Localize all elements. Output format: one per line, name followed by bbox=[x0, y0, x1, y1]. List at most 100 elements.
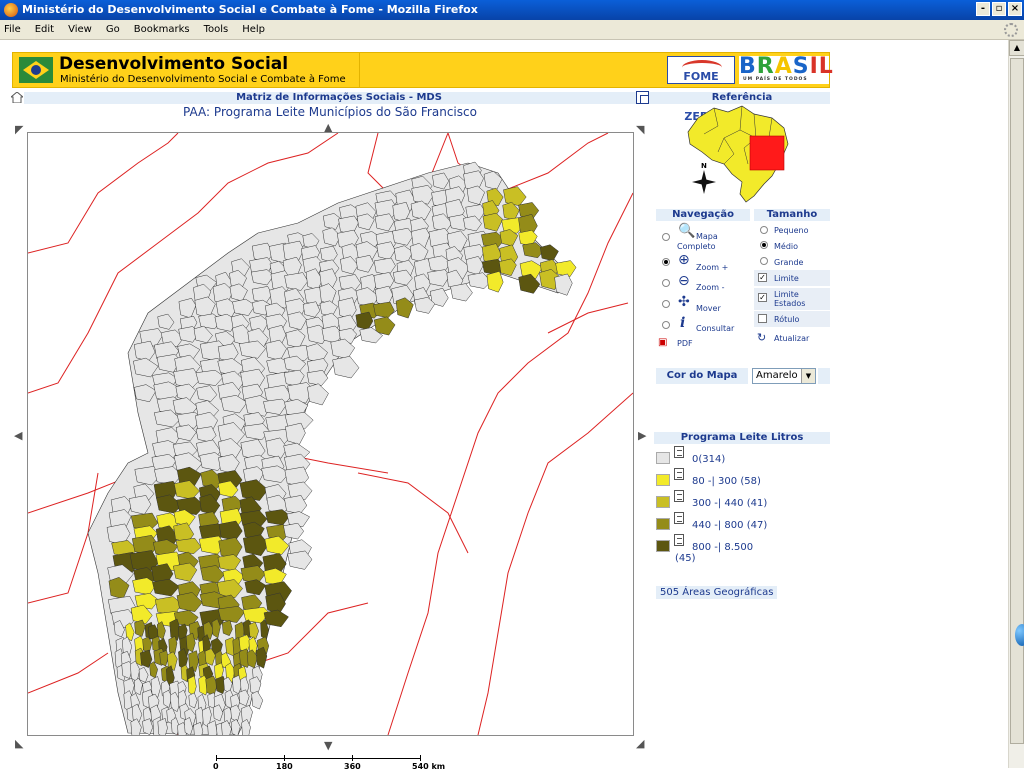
zoom-in-icon[interactable]: ⊕ bbox=[678, 253, 690, 267]
window-title: Ministério do Desenvolvimento Social e C… bbox=[22, 3, 478, 16]
brasil-logo[interactable]: BRASIL UM PAÍS DE TODOS bbox=[739, 56, 833, 84]
minimize-button[interactable]: - bbox=[976, 2, 990, 16]
banner-subtitle: Ministério do Desenvolvimento Social e C… bbox=[60, 74, 346, 85]
reference-map[interactable]: N bbox=[684, 104, 804, 204]
scale-bar: 0 180 360 540 km bbox=[212, 754, 452, 771]
pan-southwest-icon[interactable]: ◣ bbox=[15, 738, 23, 749]
zoom-out-radio[interactable] bbox=[662, 279, 670, 287]
nav-label[interactable]: Mover bbox=[696, 304, 721, 313]
limite-label[interactable]: Limite bbox=[774, 274, 799, 283]
legend-swatch bbox=[656, 518, 670, 530]
size-option-label[interactable]: Pequeno bbox=[774, 226, 809, 235]
consultar-radio[interactable] bbox=[662, 321, 670, 329]
pan-east-icon[interactable]: ▶ bbox=[638, 430, 646, 441]
size-pequeno-radio[interactable] bbox=[760, 226, 768, 234]
document-icon[interactable] bbox=[674, 534, 684, 546]
municipality-region[interactable] bbox=[263, 609, 289, 628]
document-icon[interactable] bbox=[674, 512, 684, 524]
menu-help[interactable]: Help bbox=[242, 24, 265, 35]
reference-viewport[interactable] bbox=[749, 135, 785, 171]
municipality-region[interactable] bbox=[539, 244, 559, 262]
reference-title: Referência bbox=[654, 92, 830, 104]
municipality-region[interactable] bbox=[450, 283, 473, 302]
pan-south-icon[interactable]: ▼ bbox=[324, 740, 332, 751]
menu-go[interactable]: Go bbox=[106, 24, 120, 35]
size-grande-radio[interactable] bbox=[760, 257, 768, 265]
nav-label[interactable]: Completo bbox=[677, 242, 716, 251]
map-color-select[interactable]: Amarelo ▼ bbox=[752, 368, 816, 384]
fome-zero-logo[interactable]: FOME ZERO bbox=[667, 56, 735, 123]
map-canvas[interactable] bbox=[28, 133, 633, 735]
limite-estados-checkbox[interactable]: ✓ bbox=[758, 293, 767, 302]
limite-estados-label[interactable]: Estados bbox=[774, 299, 805, 308]
document-icon[interactable] bbox=[674, 490, 684, 502]
close-button[interactable]: × bbox=[1008, 2, 1022, 16]
maximize-button[interactable]: ▫ bbox=[992, 2, 1006, 16]
municipality-region[interactable] bbox=[486, 270, 504, 293]
menu-file[interactable]: File bbox=[4, 24, 21, 35]
zoom-out-icon[interactable]: ⊖ bbox=[678, 274, 690, 288]
municipality-region[interactable] bbox=[373, 301, 395, 319]
limite-estados-label[interactable]: Limite bbox=[774, 290, 799, 299]
mapa-completo-radio[interactable] bbox=[662, 233, 670, 241]
legend-item[interactable]: 800 -| 8.500 (45) bbox=[656, 534, 816, 566]
nav-label[interactable]: Mapa bbox=[696, 232, 718, 241]
document-icon[interactable] bbox=[674, 468, 684, 480]
thematic-map[interactable] bbox=[27, 132, 634, 736]
legend-item[interactable]: 80 -| 300 (58) bbox=[656, 468, 816, 490]
limite-checkbox[interactable]: ✓ bbox=[758, 273, 767, 282]
legend-label: 300 -| 440 (41) bbox=[692, 498, 768, 509]
legend-item[interactable]: 0(314) bbox=[656, 446, 816, 468]
legend-item[interactable]: 440 -| 800 (47) bbox=[656, 512, 816, 534]
menu-view[interactable]: View bbox=[68, 24, 92, 35]
svg-text:N: N bbox=[701, 162, 707, 170]
banner-divider bbox=[359, 53, 360, 87]
vertical-scrollbar[interactable]: ▲ bbox=[1008, 40, 1024, 768]
municipality-region[interactable] bbox=[285, 422, 306, 445]
menu-bookmarks[interactable]: Bookmarks bbox=[134, 24, 190, 35]
home-icon[interactable] bbox=[11, 92, 23, 103]
scale-label: 180 bbox=[276, 762, 293, 771]
size-medio-radio[interactable] bbox=[760, 241, 768, 249]
globe-icon bbox=[1015, 624, 1024, 646]
move-icon[interactable]: ✣ bbox=[678, 295, 690, 309]
zoom-in-radio[interactable] bbox=[662, 258, 670, 266]
refresh-icon[interactable]: ↻ bbox=[757, 331, 766, 345]
new-window-icon[interactable] bbox=[636, 91, 649, 104]
nav-label[interactable]: Zoom + bbox=[696, 263, 728, 272]
pan-northeast-icon[interactable]: ◥ bbox=[636, 124, 644, 135]
municipality-region[interactable] bbox=[554, 273, 573, 296]
move-radio[interactable] bbox=[662, 300, 670, 308]
scale-label: 0 bbox=[213, 762, 219, 771]
pdf-link[interactable]: PDF bbox=[677, 339, 693, 348]
legend-item[interactable]: 300 -| 440 (41) bbox=[656, 490, 816, 512]
legend-label: 800 -| 8.500 bbox=[692, 542, 754, 553]
pan-northwest-icon[interactable]: ◤ bbox=[15, 124, 23, 135]
document-icon[interactable] bbox=[674, 446, 684, 458]
nav-label[interactable]: Zoom - bbox=[696, 283, 725, 292]
municipality-region[interactable] bbox=[503, 186, 527, 207]
chevron-down-icon[interactable]: ▼ bbox=[801, 369, 815, 383]
rotulo-label[interactable]: Rótulo bbox=[774, 315, 799, 324]
scroll-up-icon[interactable]: ▲ bbox=[1009, 40, 1024, 56]
size-option-label[interactable]: Médio bbox=[774, 242, 798, 251]
menu-edit[interactable]: Edit bbox=[35, 24, 54, 35]
municipality-region[interactable] bbox=[307, 383, 329, 406]
rotulo-checkbox[interactable] bbox=[758, 314, 767, 323]
legend-label: 0(314) bbox=[692, 454, 726, 465]
pan-west-icon[interactable]: ◀ bbox=[14, 430, 22, 441]
municipality-region[interactable] bbox=[251, 690, 264, 710]
globe-zoom-icon[interactable]: 🔍 bbox=[678, 224, 695, 238]
menu-tools[interactable]: Tools bbox=[204, 24, 229, 35]
nav-label[interactable]: Consultar bbox=[696, 324, 734, 333]
legend-swatch bbox=[656, 540, 670, 552]
window-titlebar: Ministério do Desenvolvimento Social e C… bbox=[0, 0, 1024, 20]
atualizar-button[interactable]: Atualizar bbox=[774, 334, 809, 343]
municipality-region[interactable] bbox=[332, 356, 360, 379]
info-icon[interactable]: i bbox=[680, 316, 685, 330]
size-option-label[interactable]: Grande bbox=[774, 258, 803, 267]
pdf-icon[interactable]: ▣ bbox=[658, 336, 667, 350]
pan-southeast-icon[interactable]: ◢ bbox=[636, 738, 644, 749]
state-border bbox=[477, 392, 633, 735]
legend-label: (45) bbox=[675, 553, 696, 564]
